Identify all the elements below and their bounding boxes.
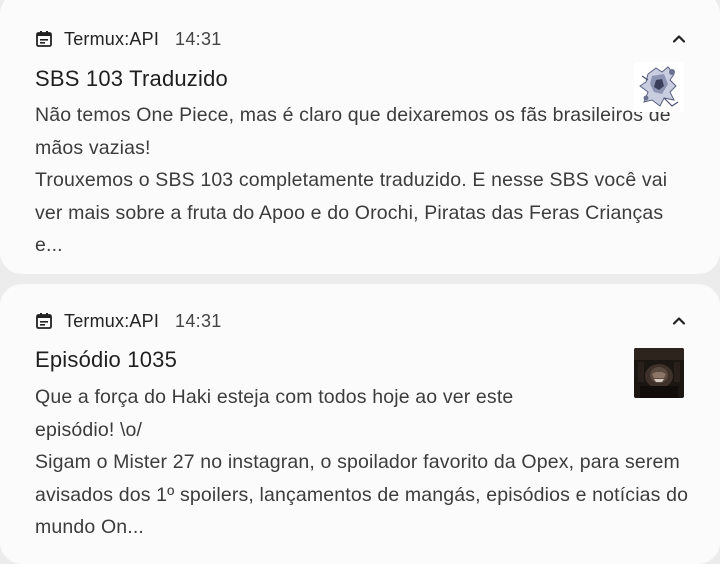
notification-thumbnail bbox=[634, 348, 684, 398]
notification-title: SBS 103 Traduzido bbox=[35, 66, 228, 91]
chevron-up-icon[interactable] bbox=[668, 310, 690, 332]
chevron-up-icon[interactable] bbox=[668, 28, 690, 50]
calendar-icon bbox=[35, 30, 53, 48]
notification-body-paragraph: Trouxemos o SBS 103 completamente traduz… bbox=[35, 169, 668, 256]
notification-body-paragraph: Sigam o Mister 27 no instagran, o spoila… bbox=[35, 451, 689, 538]
app-name: Termux:API bbox=[64, 28, 160, 49]
app-name: Termux:API bbox=[64, 310, 160, 331]
notification-header: Termux:API 14:31 bbox=[35, 306, 222, 336]
notification-card[interactable]: Termux:API 14:31 Episódio 1035 Que a for… bbox=[0, 284, 720, 564]
notification-body: Que a força do Haki esteja com todos hoj… bbox=[35, 381, 690, 544]
notification-body-paragraph: Que a força do Haki esteja com todos hoj… bbox=[35, 386, 514, 441]
notification-time: 14:31 bbox=[175, 28, 222, 49]
notification-card[interactable]: Termux:API 14:31 SBS 103 Traduzido Não t… bbox=[0, 0, 720, 274]
calendar-icon bbox=[35, 312, 53, 330]
notification-body-paragraph: Não temos One Piece, mas é claro que dei… bbox=[35, 104, 671, 159]
notification-header: Termux:API 14:31 bbox=[35, 24, 222, 54]
notification-title: Episódio 1035 bbox=[35, 347, 178, 372]
notification-thumbnail bbox=[634, 62, 684, 112]
notification-time: 14:31 bbox=[175, 310, 222, 331]
notification-body: Não temos One Piece, mas é claro que dei… bbox=[35, 99, 690, 262]
